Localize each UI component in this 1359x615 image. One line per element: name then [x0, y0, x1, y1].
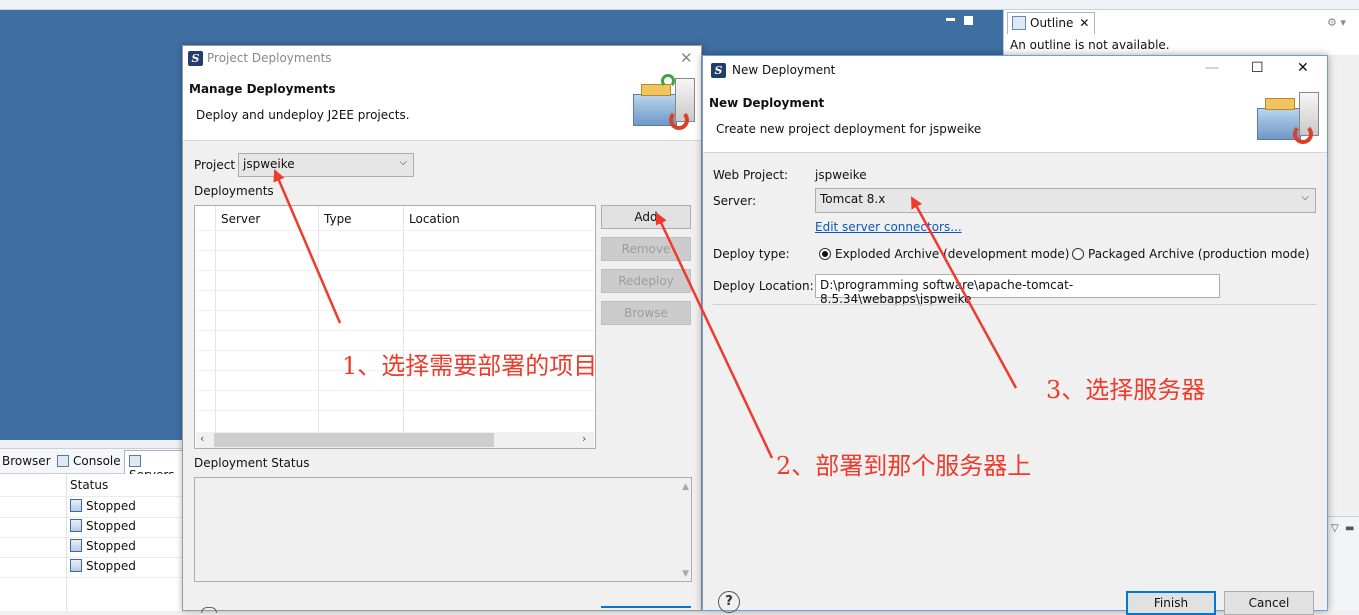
- table-divider: [0, 577, 183, 578]
- chevron-left-icon[interactable]: ‹: [200, 432, 204, 445]
- deploy-location-field[interactable]: D:\programming software\apache-tomcat-8.…: [815, 274, 1220, 306]
- dialog-title: Project Deployments: [207, 51, 332, 65]
- table-row[interactable]: Stopped: [70, 519, 136, 533]
- divider: [713, 304, 1317, 305]
- server-icon: [70, 559, 82, 572]
- header-title: Manage Deployments: [189, 82, 336, 96]
- exploded-archive-radio[interactable]: Exploded Archive (development mode): [819, 247, 1070, 261]
- minimize-icon[interactable]: ▬: [1345, 523, 1354, 534]
- dialog-title: New Deployment: [732, 63, 836, 77]
- header-title: New Deployment: [709, 96, 825, 110]
- redeploy-button[interactable]: Redeploy: [601, 269, 691, 293]
- table-divider: [0, 557, 183, 558]
- header-description: Deploy and undeploy J2EE projects.: [196, 108, 410, 122]
- server-icon: [70, 519, 82, 532]
- bottom-view-tabs: Browser Console Servers: [0, 448, 183, 482]
- web-project-label: Web Project:: [713, 168, 789, 182]
- servers-icon: [129, 455, 141, 467]
- outline-message: An outline is not available.: [1010, 38, 1170, 52]
- column-header-type[interactable]: Type: [324, 212, 352, 226]
- servers-status-header: Status: [70, 478, 109, 492]
- packaged-archive-radio[interactable]: Packaged Archive (production mode): [1072, 247, 1310, 261]
- deployments-table[interactable]: Server Type Location ‹ ›: [194, 205, 596, 449]
- project-deployments-dialog: S Project Deployments ✕ Manage Deploymen…: [182, 45, 702, 613]
- chevron-down-icon: ⌵: [1301, 192, 1309, 203]
- help-icon[interactable]: [201, 607, 217, 613]
- maximize-icon[interactable]: [964, 16, 973, 25]
- table-row[interactable]: Stopped: [70, 539, 136, 553]
- deployment-status-label: Deployment Status: [194, 456, 310, 470]
- tab-console[interactable]: Console: [57, 454, 121, 468]
- remove-button[interactable]: Remove: [601, 237, 691, 261]
- column-header-server[interactable]: Server: [221, 212, 260, 226]
- minimize-icon[interactable]: —: [1205, 60, 1219, 76]
- horizontal-scrollbar[interactable]: ‹ ›: [196, 432, 594, 448]
- web-project-value: jspweike: [815, 168, 867, 182]
- project-select[interactable]: jspweike ⌵: [238, 153, 414, 177]
- close-icon[interactable]: ✕: [1079, 16, 1089, 30]
- server-select[interactable]: Tomcat 8.x ⌵: [815, 188, 1316, 213]
- annotation-note-1: 1、选择需要部署的项目: [342, 352, 598, 380]
- deployments-label: Deployments: [194, 184, 274, 198]
- outline-icon: [1012, 16, 1026, 30]
- new-deployment-dialog: S New Deployment — ☐ ✕ New Deployment Cr…: [702, 55, 1328, 615]
- table-divider: [0, 537, 183, 538]
- editor-window-controls: [946, 14, 992, 28]
- workbench-top-bar: [0, 0, 1359, 10]
- help-icon[interactable]: ?: [718, 591, 740, 613]
- chevron-right-icon[interactable]: ›: [582, 432, 586, 445]
- annotation-note-3: 3、选择服务器: [1046, 376, 1206, 404]
- close-icon[interactable]: ✕: [1297, 60, 1309, 76]
- ok-button[interactable]: [601, 606, 691, 610]
- console-icon: [57, 455, 69, 467]
- servers-table: Status Stopped Stopped Stopped Stopped: [0, 474, 183, 611]
- deploy-wizard-icon: [629, 74, 699, 134]
- table-row[interactable]: Stopped: [70, 559, 136, 573]
- minimize-icon[interactable]: [946, 18, 955, 21]
- view-menu-icon[interactable]: ⚙ ▾: [1327, 16, 1349, 29]
- scrollbar-thumb[interactable]: [214, 433, 494, 447]
- chevron-down-icon[interactable]: ▼: [682, 569, 689, 579]
- chevron-down-icon: ⌵: [399, 157, 407, 168]
- annotation-note-2: 2、部署到那个服务器上: [776, 452, 1032, 480]
- table-column-divider: [66, 474, 67, 611]
- deploy-wizard-icon: [1253, 88, 1323, 148]
- myeclipse-icon: S: [188, 51, 203, 66]
- dialog-header: New Deployment Create new project deploy…: [703, 84, 1327, 153]
- browse-button[interactable]: Browse: [601, 301, 691, 325]
- edit-server-connectors-link[interactable]: Edit server connectors...: [815, 220, 962, 234]
- dialog-header: Manage Deployments Deploy and undeploy J…: [183, 72, 701, 141]
- cancel-button[interactable]: Cancel: [1224, 591, 1314, 615]
- close-icon[interactable]: ✕: [680, 49, 693, 67]
- myeclipse-icon: S: [711, 63, 726, 78]
- header-description: Create new project deployment for jspwei…: [716, 122, 982, 136]
- server-icon: [70, 539, 82, 552]
- tab-browser[interactable]: Browser: [2, 454, 51, 468]
- right-view-strip: ▽ ▬: [1327, 516, 1359, 611]
- maximize-icon[interactable]: ☐: [1251, 60, 1264, 76]
- server-label: Server:: [713, 194, 757, 208]
- chevron-down-icon[interactable]: ▽: [1331, 523, 1339, 534]
- finish-button[interactable]: Finish: [1126, 591, 1216, 615]
- table-divider: [0, 496, 183, 497]
- radio-selected-icon: [819, 248, 831, 260]
- dialog-title-bar: S Project Deployments ✕: [183, 46, 701, 72]
- table-divider: [0, 517, 183, 518]
- deploy-type-label: Deploy type:: [713, 247, 790, 261]
- project-label: Project: [194, 158, 236, 172]
- deploy-location-label: Deploy Location:: [713, 279, 814, 293]
- dialog-title-bar: S New Deployment — ☐ ✕: [703, 56, 1327, 84]
- radio-unselected-icon: [1072, 248, 1084, 260]
- server-icon: [70, 499, 82, 512]
- chevron-up-icon[interactable]: ▲: [682, 482, 689, 492]
- table-row[interactable]: Stopped: [70, 499, 136, 513]
- outline-tab[interactable]: Outline ✕: [1007, 12, 1095, 34]
- add-button[interactable]: Add: [601, 205, 691, 229]
- deployment-status-text[interactable]: ▲ ▼: [194, 477, 692, 582]
- column-header-location[interactable]: Location: [409, 212, 460, 226]
